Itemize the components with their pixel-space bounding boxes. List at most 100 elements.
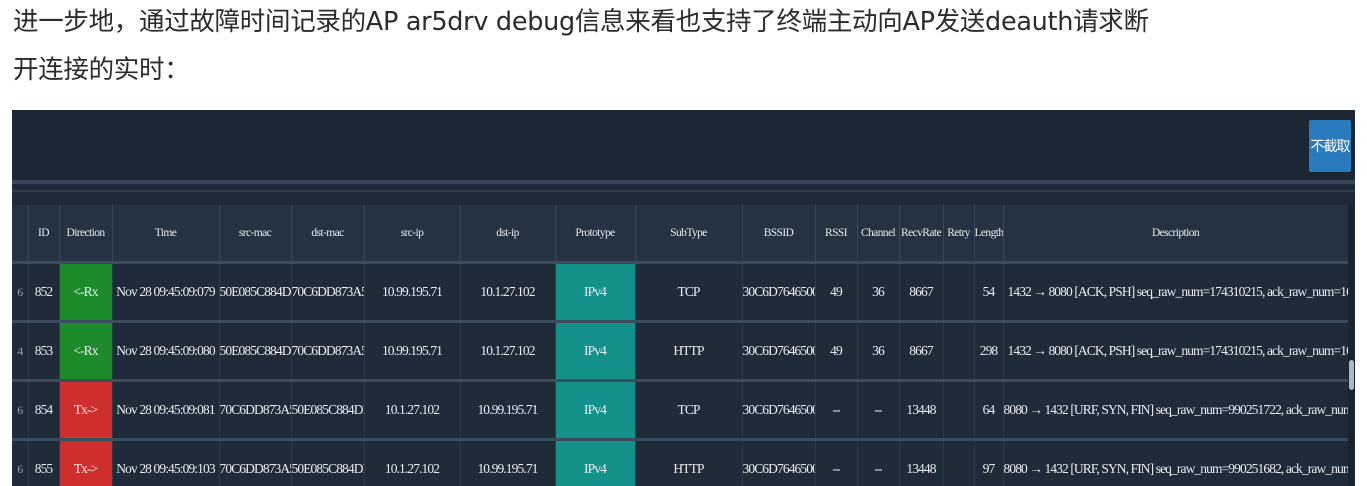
cell-time: Nov 28 09:45:09:103 [112, 438, 220, 486]
table-row[interactable]: 4 853 <-Rx Nov 28 09:45:09:080 50E085C88… [12, 320, 1349, 381]
header-src-mac[interactable]: src-mac [219, 205, 292, 263]
toolbar: 不截取 [12, 110, 1355, 180]
cell-time: Nov 28 09:45:09:080 [112, 320, 220, 381]
cell-rssi: 49 [815, 320, 858, 381]
cell-direction: Tx-> [59, 379, 113, 440]
table-row[interactable]: 6 854 Tx-> Nov 28 09:45:09:081 70C6DD873… [12, 379, 1349, 440]
header-src-ip[interactable]: src-ip [364, 205, 461, 263]
cell-description: 8080 → 1432 [URF, SYN, FIN] seq_raw_num=… [1003, 379, 1349, 440]
cell-rssi: -- [815, 379, 858, 440]
no-capture-button[interactable]: 不截取 [1309, 120, 1351, 172]
cell-description: 1432 → 8080 [ACK, PSH] seq_raw_num=17431… [1003, 320, 1349, 381]
header-dst-mac[interactable]: dst-mac [291, 205, 365, 263]
cell-retry [943, 320, 975, 381]
table-header-row: ID Direction Time src-mac dst-mac src-ip… [12, 205, 1349, 263]
cell-src-ip: 10.1.27.102 [364, 438, 461, 486]
header-recvrate[interactable]: RecvRate [899, 205, 944, 263]
cell-prototype: IPv4 [555, 320, 636, 381]
cell-description: 8080 → 1432 [URF, SYN, FIN] seq_raw_num=… [1003, 438, 1349, 486]
cell-recvrate: 8667 [899, 320, 944, 381]
vertical-scrollbar[interactable] [1348, 205, 1355, 486]
cell-subtype: HTTP [635, 320, 743, 381]
row-edge-cell: 6 [12, 379, 29, 440]
cell-src-mac: 70C6DD873A5D [219, 379, 292, 440]
header-channel[interactable]: Channel [857, 205, 900, 263]
cell-subtype: HTTP [635, 438, 743, 486]
cell-src-ip: 10.99.195.71 [364, 261, 461, 322]
cell-time: Nov 28 09:45:09:079 [112, 261, 220, 322]
cell-bssid: 30C6D7646500 [742, 261, 816, 322]
header-rssi[interactable]: RSSI [815, 205, 858, 263]
row-edge-cell: 6 [12, 261, 29, 322]
cell-dst-ip: 10.1.27.102 [460, 320, 556, 381]
toolbar-divider [12, 180, 1355, 184]
packet-table-container: ID Direction Time src-mac dst-mac src-ip… [12, 205, 1349, 486]
header-dst-ip[interactable]: dst-ip [460, 205, 556, 263]
cell-rssi: -- [815, 438, 858, 486]
cell-id: 852 [28, 261, 60, 322]
table-row[interactable]: 6 855 Tx-> Nov 28 09:45:09:103 70C6DD873… [12, 438, 1349, 486]
cell-bssid: 30C6D7646500 [742, 379, 816, 440]
cell-dst-mac: 50E085C884DF [291, 438, 365, 486]
cell-recvrate: 13448 [899, 379, 944, 440]
cell-prototype: IPv4 [555, 379, 636, 440]
cell-rssi: 49 [815, 261, 858, 322]
cell-length: 64 [974, 379, 1004, 440]
cell-id: 855 [28, 438, 60, 486]
intro-line-2: 开连接的实时： [13, 55, 190, 85]
cell-dst-ip: 10.99.195.71 [460, 379, 556, 440]
cell-id: 853 [28, 320, 60, 381]
cell-recvrate: 13448 [899, 438, 944, 486]
cell-channel: -- [857, 379, 900, 440]
cell-channel: 36 [857, 320, 900, 381]
cell-bssid: 30C6D7646500 [742, 320, 816, 381]
cell-dst-mac: 50E085C884DF [291, 379, 365, 440]
cell-subtype: TCP [635, 261, 743, 322]
cell-retry [943, 438, 975, 486]
header-direction[interactable]: Direction [59, 205, 113, 263]
intro-line-1: 进一步地，通过故障时间记录的AP ar5drv debug信息来看也支持了终端主… [13, 7, 1149, 37]
cell-length: 97 [974, 438, 1004, 486]
cell-prototype: IPv4 [555, 438, 636, 486]
header-edge [12, 205, 29, 263]
packet-capture-screenshot: 不截取 ID Direction Time src-mac dst-mac sr… [12, 110, 1355, 486]
scrollbar-thumb[interactable] [1349, 360, 1354, 390]
cell-subtype: TCP [635, 379, 743, 440]
cell-channel: 36 [857, 261, 900, 322]
cell-length: 298 [974, 320, 1004, 381]
cell-dst-ip: 10.1.27.102 [460, 261, 556, 322]
cell-src-mac: 50E085C884DF [219, 320, 292, 381]
cell-dst-mac: 70C6DD873A5D [291, 320, 365, 381]
cell-retry [943, 261, 975, 322]
cell-time: Nov 28 09:45:09:081 [112, 379, 220, 440]
header-id[interactable]: ID [28, 205, 60, 263]
cell-direction: <-Rx [59, 261, 113, 322]
toolbar-divider-secondary [12, 190, 1355, 192]
cell-direction: <-Rx [59, 320, 113, 381]
header-retry[interactable]: Retry [943, 205, 975, 263]
cell-dst-ip: 10.99.195.71 [460, 438, 556, 486]
row-edge-cell: 6 [12, 438, 29, 486]
cell-src-ip: 10.1.27.102 [364, 379, 461, 440]
header-length[interactable]: Length [974, 205, 1004, 263]
cell-direction: Tx-> [59, 438, 113, 486]
intro-text: 进一步地，通过故障时间记录的AP ar5drv debug信息来看也支持了终端主… [13, 0, 1363, 94]
header-time[interactable]: Time [112, 205, 220, 263]
packet-table-body: 6 852 <-Rx Nov 28 09:45:09:079 50E085C88… [12, 261, 1349, 486]
cell-src-mac: 70C6DD873A5D [219, 438, 292, 486]
table-row[interactable]: 6 852 <-Rx Nov 28 09:45:09:079 50E085C88… [12, 261, 1349, 322]
cell-description: 1432 → 8080 [ACK, PSH] seq_raw_num=17431… [1003, 261, 1349, 322]
cell-bssid: 30C6D7646500 [742, 438, 816, 486]
row-edge-cell: 4 [12, 320, 29, 381]
cell-retry [943, 379, 975, 440]
header-description[interactable]: Description [1003, 205, 1349, 263]
cell-src-mac: 50E085C884DF [219, 261, 292, 322]
header-prototype[interactable]: Prototype [555, 205, 636, 263]
cell-src-ip: 10.99.195.71 [364, 320, 461, 381]
cell-recvrate: 8667 [899, 261, 944, 322]
cell-id: 854 [28, 379, 60, 440]
header-bssid[interactable]: BSSID [742, 205, 816, 263]
cell-prototype: IPv4 [555, 261, 636, 322]
header-subtype[interactable]: SubType [635, 205, 743, 263]
cell-length: 54 [974, 261, 1004, 322]
